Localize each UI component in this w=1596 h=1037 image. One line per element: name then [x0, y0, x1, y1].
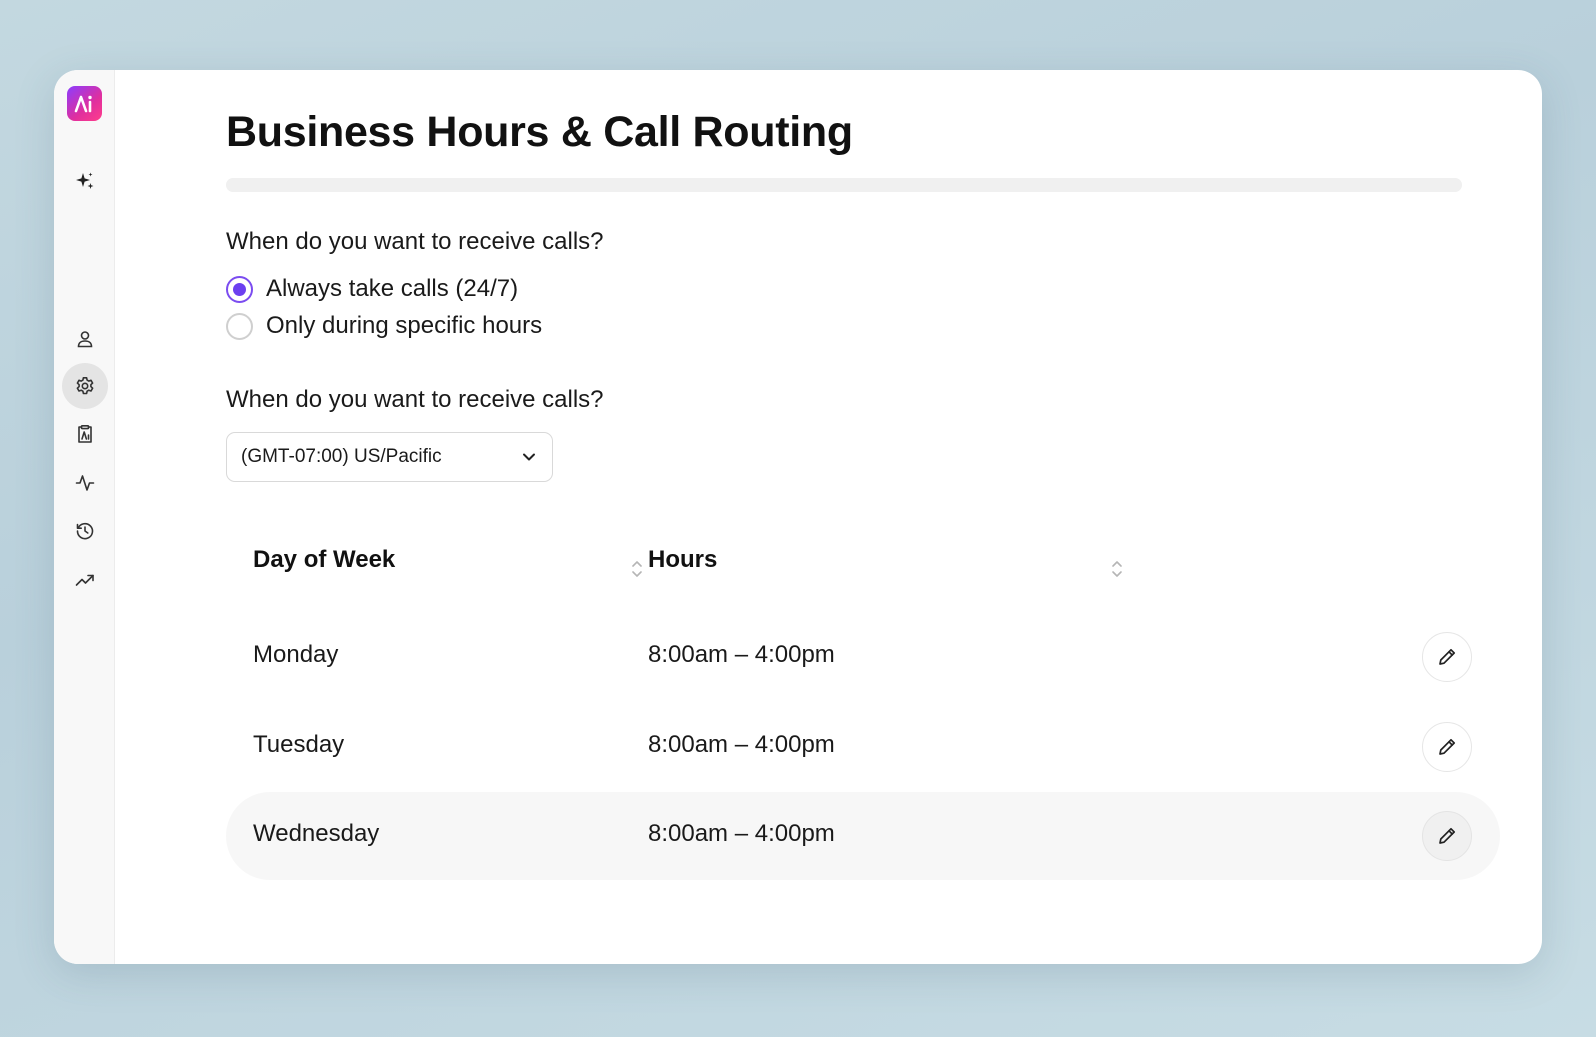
table-row: Tuesday 8:00am – 4:00pm — [226, 703, 1500, 791]
day-cell: Wednesday — [253, 820, 380, 847]
chevron-down-icon — [523, 453, 535, 461]
timezone-value: (GMT-07:00) US/Pacific — [241, 446, 442, 467]
pencil-icon — [1439, 827, 1456, 844]
sidebar-item-history[interactable] — [62, 508, 108, 554]
timezone-question: When do you want to receive calls? — [226, 386, 604, 413]
hours-cell: 8:00am – 4:00pm — [648, 731, 835, 758]
trending-up-icon — [75, 574, 94, 586]
table-row: Monday 8:00am – 4:00pm — [226, 613, 1500, 701]
radio-always-take-calls[interactable] — [226, 275, 253, 303]
hours-cell: 8:00am – 4:00pm — [648, 820, 835, 847]
pencil-icon — [1439, 648, 1456, 665]
option-label: Always take calls (24/7) — [266, 275, 519, 302]
sidebar-item-profile[interactable] — [62, 316, 108, 362]
activity-icon — [75, 475, 95, 491]
page-title: Business Hours & Call Routing — [226, 108, 853, 156]
sidebar-item-activity[interactable] — [62, 460, 108, 506]
gear-icon — [76, 377, 94, 395]
receive-calls-question: When do you want to receive calls? — [226, 228, 604, 255]
user-icon — [77, 331, 93, 348]
progress-bar — [226, 178, 1462, 192]
day-cell: Monday — [253, 641, 339, 668]
edit-wednesday-button[interactable] — [1422, 811, 1472, 861]
clipboard-icon — [78, 424, 92, 443]
sort-hours-icon[interactable] — [1110, 558, 1124, 580]
sidebar-item-settings[interactable] — [62, 363, 108, 409]
option-specific-hours[interactable]: Only during specific hours — [226, 312, 542, 340]
column-header-day[interactable]: Day of Week — [253, 546, 395, 574]
day-cell: Tuesday — [253, 731, 345, 758]
edit-tuesday-button[interactable] — [1422, 722, 1472, 772]
option-label: Only during specific hours — [266, 312, 543, 339]
history-icon — [76, 522, 94, 540]
sparkles-icon — [76, 172, 94, 189]
radio-specific-hours[interactable] — [226, 312, 253, 340]
table-row: Wednesday 8:00am – 4:00pm — [226, 792, 1500, 880]
edit-monday-button[interactable] — [1422, 632, 1472, 682]
hours-cell: 8:00am – 4:00pm — [648, 641, 835, 668]
sidebar-item-knowledge[interactable] — [62, 411, 108, 457]
main-content: Business Hours & Call Routing When do yo… — [226, 70, 1542, 964]
column-header-hours[interactable]: Hours — [648, 546, 717, 574]
option-always-take-calls[interactable]: Always take calls (24/7) — [226, 275, 518, 303]
sidebar-item-ai[interactable] — [62, 158, 108, 204]
pencil-icon — [1439, 738, 1456, 755]
timezone-select[interactable]: (GMT-07:00) US/Pacific — [226, 432, 553, 482]
sort-day-icon[interactable] — [630, 558, 644, 580]
sidebar — [54, 70, 115, 964]
logo-mark-icon — [74, 95, 92, 112]
app-logo[interactable] — [67, 86, 102, 121]
sidebar-item-analytics[interactable] — [62, 557, 108, 603]
app-window: Business Hours & Call Routing When do yo… — [54, 70, 1542, 964]
